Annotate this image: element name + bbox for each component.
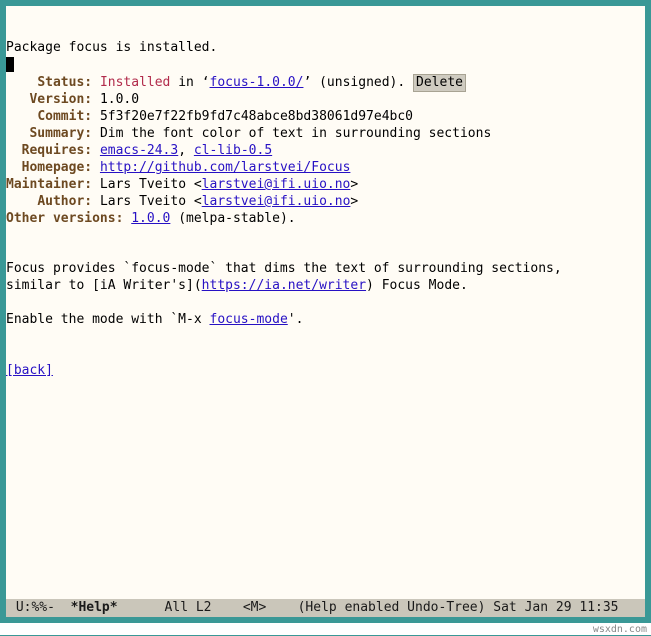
summary-label: Summary:: [29, 126, 92, 141]
ia-writer-link[interactable]: https://ia.net/writer: [202, 278, 366, 293]
focus-mode-link[interactable]: focus-mode: [210, 312, 288, 327]
header-line: Package focus is installed.: [6, 40, 217, 55]
help-buffer: Package focus is installed. Status: Inst…: [6, 6, 645, 599]
status-dir-link[interactable]: focus-1.0.0/: [210, 75, 304, 90]
enable-line: Enable the mode with `M-x focus-mode'.: [6, 312, 303, 327]
cursor: [6, 57, 14, 72]
maintainer-label: Maintainer:: [6, 177, 92, 192]
delete-button[interactable]: Delete: [413, 74, 466, 93]
status-label: Status:: [37, 75, 92, 90]
source-watermark: wsxdn.com: [0, 623, 651, 635]
require-link-0[interactable]: emacs-24.3: [100, 143, 178, 158]
commit-value: 5f3f20e7f22fb9fd7c48abce8bd38061d97e4bc0: [100, 109, 413, 124]
author-name: Lars Tveito: [100, 194, 186, 209]
desc-line-1: Focus provides `focus-mode` that dims th…: [6, 261, 562, 276]
summary-value: Dim the font color of text in surroundin…: [100, 126, 491, 141]
mode-line: U:%%- *Help* All L2 <M> (Help enabled Un…: [6, 599, 645, 617]
desc-line-2: similar to [iA Writer's](https://ia.net/…: [6, 278, 468, 293]
status-value: Installed: [100, 75, 170, 90]
other-versions-label: Other versions:: [6, 211, 123, 226]
require-link-1[interactable]: cl-lib-0.5: [194, 143, 272, 158]
author-label: Author:: [37, 194, 92, 209]
commit-label: Commit:: [37, 109, 92, 124]
maintainer-name: Lars Tveito: [100, 177, 186, 192]
mode-mid: All L2 <M> (Help enabled Undo-Tree) Sat …: [118, 600, 619, 617]
author-email-link[interactable]: larstvei@ifi.uio.no: [202, 194, 351, 209]
requires-label: Requires:: [22, 143, 92, 158]
maintainer-email-link[interactable]: larstvei@ifi.uio.no: [202, 177, 351, 192]
buffer-name: *Help*: [71, 600, 118, 617]
homepage-link[interactable]: http://github.com/larstvei/Focus: [100, 160, 350, 175]
homepage-label: Homepage:: [22, 160, 92, 175]
mode-left: U:%%-: [8, 600, 71, 617]
version-value: 1.0.0: [100, 92, 139, 107]
version-label: Version:: [29, 92, 92, 107]
back-link[interactable]: [back]: [6, 363, 53, 378]
other-version-link[interactable]: 1.0.0: [131, 211, 170, 226]
